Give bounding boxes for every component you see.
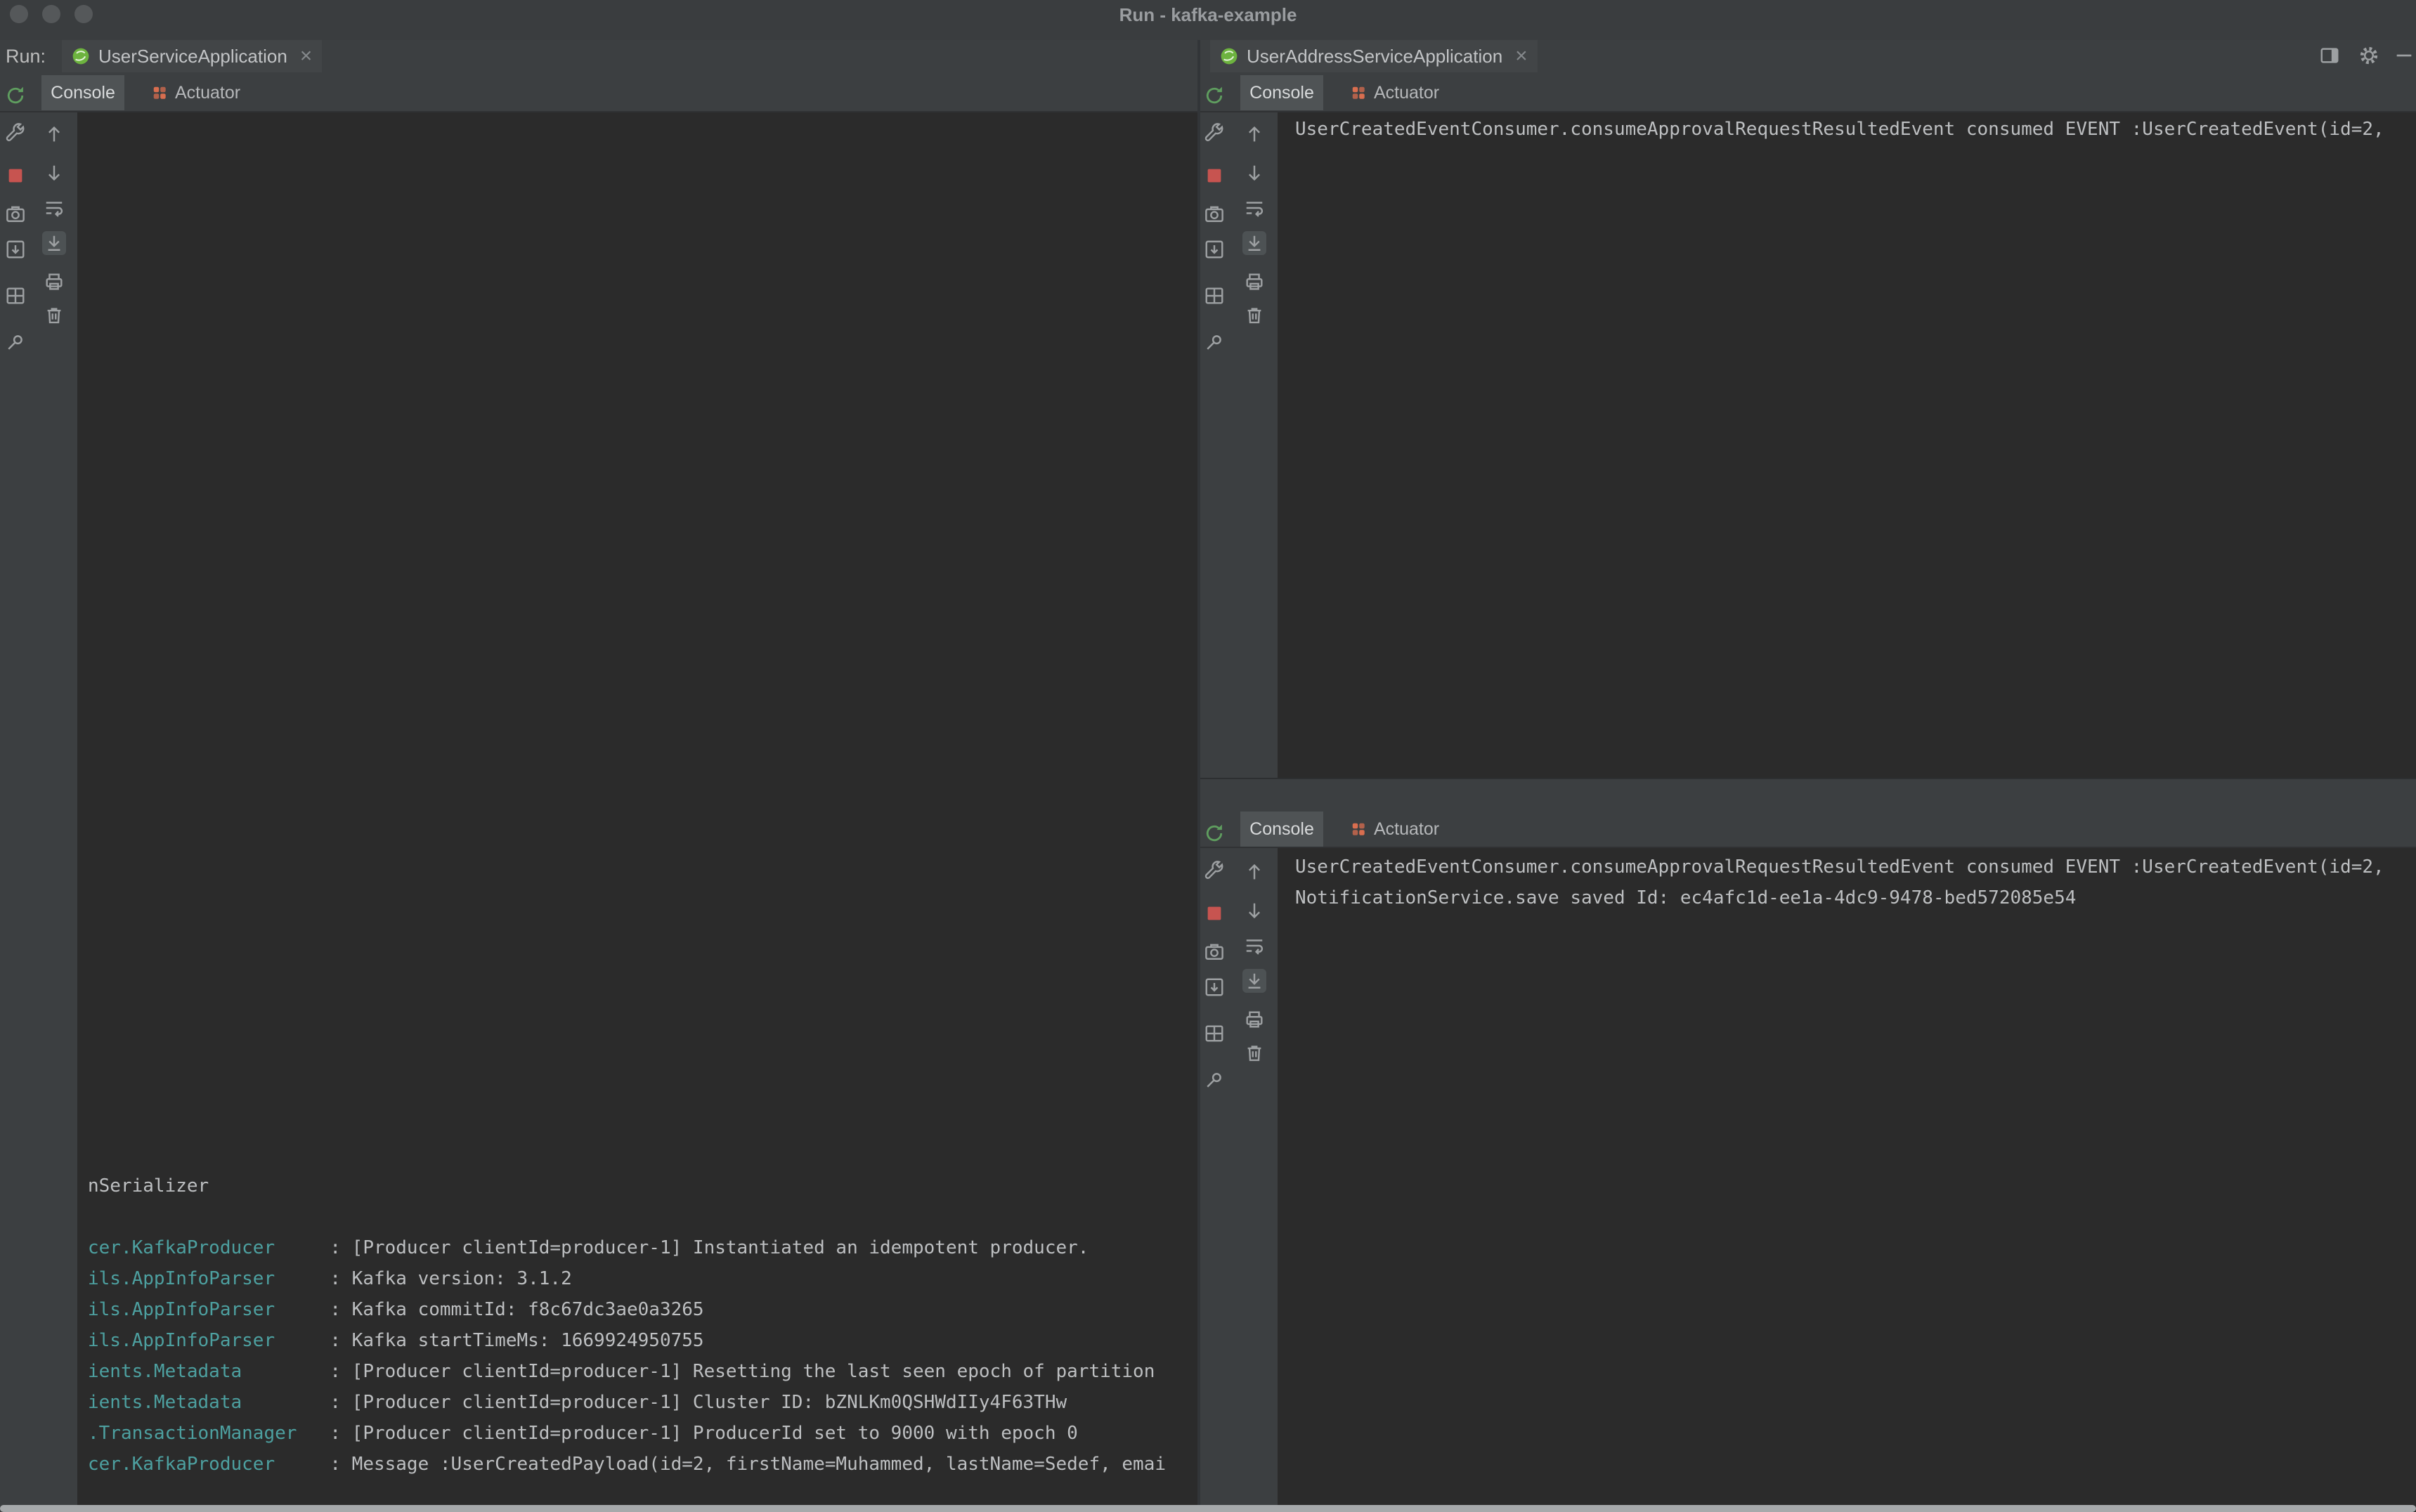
down-stack-icon[interactable] — [1242, 161, 1266, 185]
open-output-icon[interactable] — [1202, 975, 1226, 999]
tab-console[interactable]: Console — [41, 75, 124, 110]
spring-boot-icon — [72, 47, 90, 65]
logger-name: cer.KafkaProducer — [88, 1449, 330, 1480]
window-title: Run - kafka-example — [0, 4, 2416, 26]
log-line: NotificationService.save saved Id: ec4af… — [1295, 887, 2076, 908]
soft-wrap-icon[interactable] — [1242, 196, 1266, 220]
scroll-to-end-icon[interactable] — [42, 231, 66, 255]
log-message: : [Producer clientId=producer-1] Produce… — [330, 1423, 1077, 1444]
logger-name: ients.Metadata — [88, 1356, 330, 1387]
log-message: : Kafka version: 3.1.2 — [330, 1268, 571, 1289]
thread-dump-icon[interactable] — [4, 202, 27, 226]
log-line: UserCreatedEventConsumer.consumeApproval… — [1295, 856, 2384, 878]
scroll-to-end-icon[interactable] — [1242, 969, 1266, 993]
tab-console[interactable]: Console — [1240, 812, 1323, 847]
tab-console-label: Console — [51, 83, 115, 103]
hide-window-icon[interactable] — [2392, 44, 2416, 67]
notification-console-output[interactable]: UserCreatedEventConsumer.consumeApproval… — [1295, 852, 2414, 913]
close-tab-icon[interactable]: × — [300, 46, 313, 67]
tab-actuator-label: Actuator — [1374, 83, 1439, 103]
clear-all-icon[interactable] — [1242, 1041, 1266, 1065]
tab-console[interactable]: Console — [1240, 75, 1323, 110]
logger-name: ils.AppInfoParser — [88, 1263, 330, 1294]
spring-boot-icon — [1220, 47, 1238, 65]
thread-dump-icon[interactable] — [1202, 202, 1226, 226]
print-icon[interactable] — [1242, 1008, 1266, 1031]
up-stack-icon[interactable] — [1242, 122, 1266, 146]
actuator-icon — [1350, 821, 1367, 838]
panel-divider[interactable] — [1197, 40, 1200, 1505]
run-tab-label: UserAddressServiceApplication — [1247, 46, 1502, 67]
tab-actuator[interactable]: Actuator — [1334, 75, 1455, 110]
user-address-console[interactable] — [1278, 112, 2416, 778]
print-icon[interactable] — [1242, 270, 1266, 294]
up-stack-icon[interactable] — [1242, 860, 1266, 884]
soft-wrap-icon[interactable] — [42, 196, 66, 220]
log-message: : Kafka startTimeMs: 1669924950755 — [330, 1330, 703, 1351]
settings-icon[interactable] — [1202, 859, 1226, 882]
log-message: : [Producer clientId=producer-1] Resetti… — [330, 1361, 1155, 1382]
open-output-icon[interactable] — [4, 237, 27, 261]
settings-gear-icon[interactable] — [2357, 44, 2381, 67]
run-tab-label: UserServiceApplication — [98, 46, 287, 67]
logger-name: .TransactionManager — [88, 1418, 330, 1449]
notification-console[interactable] — [1278, 848, 2416, 1512]
settings-icon[interactable] — [1202, 121, 1226, 145]
pin-icon[interactable] — [1202, 330, 1226, 354]
pin-icon[interactable] — [1202, 1068, 1226, 1092]
rerun-icon[interactable] — [4, 84, 27, 107]
actuator-icon — [151, 84, 168, 101]
pin-icon[interactable] — [4, 330, 27, 354]
rerun-icon[interactable] — [1202, 821, 1226, 845]
tab-actuator[interactable]: Actuator — [1334, 812, 1455, 847]
soft-wrap-icon[interactable] — [1242, 934, 1266, 958]
clear-all-icon[interactable] — [1242, 304, 1266, 327]
layout-settings-icon[interactable] — [2318, 44, 2342, 67]
tab-actuator-label: Actuator — [175, 83, 240, 103]
stop-icon[interactable] — [1202, 164, 1226, 188]
tab-actuator-label: Actuator — [1374, 819, 1439, 840]
stop-icon[interactable] — [1202, 901, 1226, 925]
stop-icon[interactable] — [4, 164, 27, 188]
open-output-icon[interactable] — [1202, 237, 1226, 261]
tab-console-label: Console — [1249, 819, 1314, 840]
run-tool-window: Run - kafka-example Run: UserServiceAppl… — [0, 0, 2416, 1512]
user-service-console-output[interactable]: nSerializer cer.KafkaProducer: [Producer… — [88, 1171, 1195, 1480]
log-message: : [Producer clientId=producer-1] Instant… — [330, 1237, 1089, 1258]
tab-console-label: Console — [1249, 83, 1314, 103]
log-message: : Message :UserCreatedPayload(id=2, firs… — [330, 1454, 1166, 1475]
restore-layout-icon[interactable] — [1202, 284, 1226, 308]
tab-actuator[interactable]: Actuator — [136, 75, 256, 110]
print-icon[interactable] — [42, 270, 66, 294]
bottom-panel-tabbar — [1200, 779, 2416, 812]
logger-name: cer.KafkaProducer — [88, 1232, 330, 1263]
run-tab-user-service[interactable]: UserServiceApplication × — [62, 40, 322, 72]
run-label: Run: — [6, 40, 46, 72]
down-stack-icon[interactable] — [42, 161, 66, 185]
up-stack-icon[interactable] — [42, 122, 66, 146]
log-line: UserCreatedEventConsumer.consumeApproval… — [1295, 119, 2384, 140]
close-tab-icon[interactable]: × — [1515, 46, 1528, 67]
log-line: nSerializer — [88, 1175, 209, 1197]
settings-icon[interactable] — [4, 121, 27, 145]
restore-layout-icon[interactable] — [1202, 1022, 1226, 1045]
logger-name: ients.Metadata — [88, 1387, 330, 1418]
logger-name: ils.AppInfoParser — [88, 1294, 330, 1325]
log-message: : Kafka commitId: f8c67dc3ae0a3265 — [330, 1299, 703, 1320]
actuator-icon — [1350, 84, 1367, 101]
logger-name: ils.AppInfoParser — [88, 1325, 330, 1356]
horizontal-scrollbar[interactable] — [0, 1505, 2416, 1512]
user-address-console-output[interactable]: UserCreatedEventConsumer.consumeApproval… — [1295, 114, 2414, 145]
thread-dump-icon[interactable] — [1202, 940, 1226, 964]
scroll-to-end-icon[interactable] — [1242, 231, 1266, 255]
restore-layout-icon[interactable] — [4, 284, 27, 308]
log-message: : [Producer clientId=producer-1] Cluster… — [330, 1392, 1067, 1413]
clear-all-icon[interactable] — [42, 304, 66, 327]
rerun-icon[interactable] — [1202, 84, 1226, 107]
run-tab-user-address[interactable]: UserAddressServiceApplication × — [1210, 40, 1538, 72]
down-stack-icon[interactable] — [1242, 899, 1266, 923]
titlebar: Run - kafka-example — [0, 0, 2416, 40]
